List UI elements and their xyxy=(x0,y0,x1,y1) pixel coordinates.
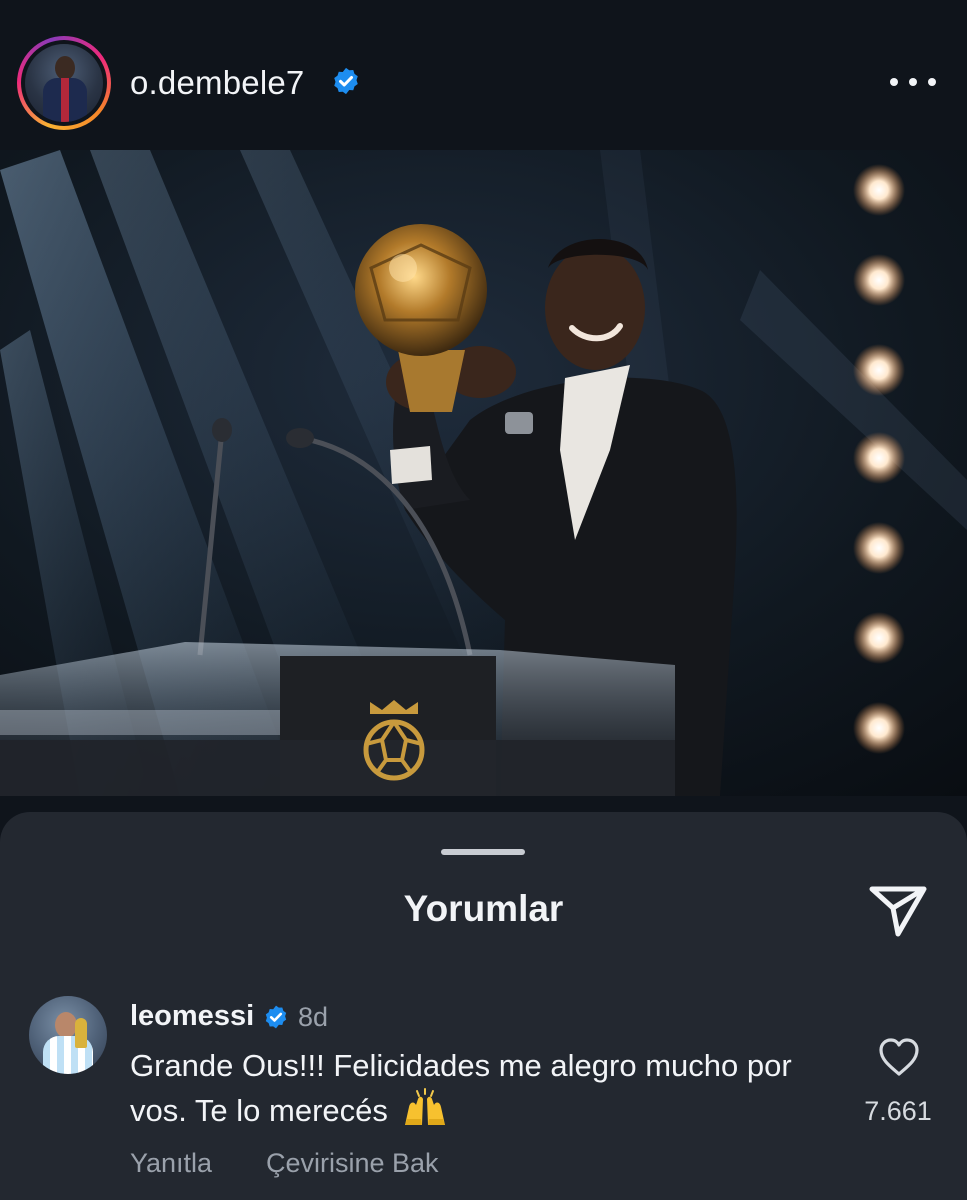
avatar-face xyxy=(55,1012,77,1038)
more-dot xyxy=(928,78,936,86)
sheet-title: Yorumlar xyxy=(403,888,564,929)
post-photo[interactable] xyxy=(0,150,967,796)
comments-sheet: Yorumlar leomessi 8d Grande Ous!!! Felic… xyxy=(0,812,967,1200)
avatar-head xyxy=(55,56,75,80)
avatar-trophy xyxy=(75,1018,87,1048)
comment-username[interactable]: leomessi xyxy=(130,1000,254,1033)
post-photo-illustration xyxy=(0,150,967,796)
comment-text: Grande Ous!!! Felicidades me alegro much… xyxy=(130,1048,792,1128)
heart-icon[interactable] xyxy=(877,1036,921,1078)
verified-badge-icon xyxy=(334,67,358,95)
see-translation-button[interactable]: Çevirisine Bak xyxy=(266,1148,439,1179)
profile-avatar[interactable] xyxy=(17,36,111,130)
avatar-image xyxy=(25,44,103,122)
more-dot xyxy=(890,78,898,86)
commenter-avatar[interactable] xyxy=(29,996,107,1074)
sheet-grab-handle[interactable] xyxy=(441,849,525,855)
more-dot xyxy=(909,78,917,86)
post-header: o.dembele7 xyxy=(0,0,967,150)
paper-plane-icon[interactable] xyxy=(866,880,930,938)
verified-badge-icon xyxy=(265,1005,287,1029)
reply-button[interactable]: Yanıtla xyxy=(130,1148,212,1179)
like-count: 7.661 xyxy=(864,1096,932,1126)
avatar-jersey-stripe xyxy=(61,78,69,122)
more-options-button[interactable] xyxy=(890,70,936,94)
raising-hands-emoji xyxy=(404,1088,445,1125)
post-username[interactable]: o.dembele7 xyxy=(130,64,304,102)
comment-text-block: Grande Ous!!! Felicidades me alegro much… xyxy=(130,1044,840,1132)
comment-timestamp: 8d xyxy=(298,1002,329,1032)
avatar-ring-gap xyxy=(21,40,107,126)
